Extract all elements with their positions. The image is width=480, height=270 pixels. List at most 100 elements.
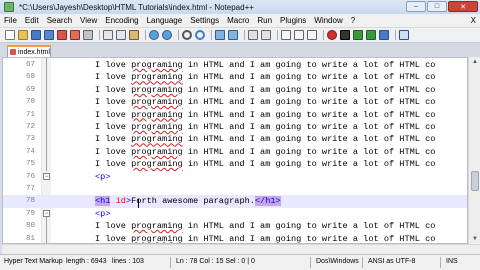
- p-tag: <p>: [95, 171, 111, 182]
- macro-record-icon[interactable]: [327, 30, 337, 40]
- toolbar-separator: [323, 30, 324, 40]
- zoom-out-icon[interactable]: [228, 30, 238, 40]
- redo-icon[interactable]: [162, 30, 172, 40]
- h1-code: <h1 id>Forth awesome paragraph.</h1>: [95, 196, 281, 207]
- menu-plugins[interactable]: Plugins: [276, 14, 310, 28]
- code-text: I love programing in HTML and I am going…: [95, 134, 436, 145]
- menu-help[interactable]: ?: [347, 14, 359, 28]
- zoom-in-icon[interactable]: [215, 30, 225, 40]
- menu-file[interactable]: File: [0, 14, 21, 28]
- line-number: 80: [25, 222, 35, 231]
- tab-label: index.html: [18, 48, 50, 56]
- new-icon[interactable]: [5, 30, 15, 40]
- doc-map-icon[interactable]: [399, 30, 409, 40]
- code-line: 77: [3, 183, 467, 195]
- sync-v-icon[interactable]: [248, 30, 258, 40]
- menu-settings[interactable]: Settings: [186, 14, 223, 28]
- file-type: Hyper Text Markup: [4, 258, 63, 265]
- save-icon[interactable]: [31, 30, 41, 40]
- macro-play-icon[interactable]: [353, 30, 363, 40]
- code-line: 72 I love programing in HTML and I am go…: [3, 121, 467, 133]
- line-number: 78: [25, 197, 35, 206]
- line-number: 72: [25, 123, 35, 131]
- menu-macro[interactable]: Macro: [223, 14, 253, 28]
- toolbar: [0, 28, 480, 43]
- vertical-scrollbar[interactable]: ▲ ▼: [468, 57, 480, 244]
- paste-icon[interactable]: [129, 30, 139, 40]
- code-text: I love programing in HTML and I am going…: [95, 122, 436, 132]
- cut-icon[interactable]: [103, 30, 113, 40]
- status-separator: [440, 257, 441, 268]
- status-separator: [362, 257, 363, 268]
- horizontal-scrollbar[interactable]: [2, 244, 480, 254]
- code-text: I love programing in HTML and I am going…: [95, 109, 436, 120]
- scrollbar-thumb[interactable]: [471, 171, 479, 191]
- menu-edit[interactable]: Edit: [21, 14, 43, 28]
- line-number: 74: [25, 147, 35, 156]
- menu-view[interactable]: View: [76, 14, 101, 28]
- toolbar-separator: [99, 30, 100, 40]
- macro-run-icon[interactable]: [366, 30, 376, 40]
- line-number: 79: [25, 209, 35, 218]
- maximize-button[interactable]: □: [427, 1, 447, 12]
- close-document-x[interactable]: X: [471, 14, 476, 28]
- find-icon[interactable]: [182, 30, 192, 40]
- save-all-icon[interactable]: [44, 30, 54, 40]
- macro-stop-icon[interactable]: [340, 30, 350, 40]
- code-text: I love programing in HTML and I am going…: [95, 60, 436, 70]
- all-chars-icon[interactable]: [294, 30, 304, 40]
- copy-icon[interactable]: [116, 30, 126, 40]
- code-text: I love programing in HTML and I am going…: [95, 72, 436, 83]
- menu-run[interactable]: Run: [253, 14, 276, 28]
- code-line: 75 I love programing in HTML and I am go…: [3, 158, 467, 170]
- h1-open-tag: <h1: [95, 196, 111, 207]
- code-text: I love programing in HTML and I am going…: [95, 97, 436, 108]
- menu-search[interactable]: Search: [43, 14, 76, 28]
- text-cursor: [138, 199, 139, 208]
- id-attribute: id: [110, 196, 126, 207]
- status-separator: [310, 257, 311, 268]
- close-window-button[interactable]: ✕: [448, 1, 478, 12]
- indent-guide-icon[interactable]: [307, 30, 317, 40]
- code-line: 81 I love programing in HTML and I am go…: [3, 233, 467, 244]
- line-number: 69: [25, 85, 35, 94]
- toolbar-separator: [244, 30, 245, 40]
- menu-language[interactable]: Language: [143, 14, 187, 28]
- code-line: 74 I love programing in HTML and I am go…: [3, 146, 467, 158]
- wrap-icon[interactable]: [281, 30, 291, 40]
- line-number: 67: [25, 61, 35, 69]
- menu-window[interactable]: Window: [310, 14, 346, 28]
- modified-file-icon: [10, 49, 16, 55]
- line-number: 73: [25, 135, 35, 144]
- line-number: 68: [25, 73, 35, 82]
- line-number: 81: [25, 234, 35, 243]
- print-icon[interactable]: [83, 30, 93, 40]
- sync-h-icon[interactable]: [261, 30, 271, 40]
- undo-icon[interactable]: [149, 30, 159, 40]
- close-icon[interactable]: [57, 30, 67, 40]
- menu-bar: File Edit Search View Encoding Language …: [0, 14, 480, 28]
- minimize-button[interactable]: –: [406, 1, 426, 12]
- code-text: I love programing in HTML and I am going…: [95, 221, 436, 232]
- replace-icon[interactable]: [195, 30, 205, 40]
- code-line: 79 <p>: [3, 208, 467, 220]
- tab-index-html[interactable]: index.html: [7, 45, 51, 57]
- scroll-up-arrow-icon[interactable]: ▲: [470, 57, 480, 67]
- scroll-down-arrow-icon[interactable]: ▼: [470, 234, 480, 244]
- code-line: 80 I love programing in HTML and I am go…: [3, 220, 467, 232]
- cursor-position: Ln : 78 Col : 15 Sel : 0 | 0: [176, 258, 255, 265]
- open-icon[interactable]: [18, 30, 28, 40]
- macro-save-icon[interactable]: [379, 30, 389, 40]
- code-line: 68 I love programing in HTML and I am go…: [3, 71, 467, 83]
- menu-encoding[interactable]: Encoding: [101, 14, 142, 28]
- toolbar-separator: [178, 30, 179, 40]
- h1-close-tag: </h1>: [254, 196, 281, 207]
- code-text: I love programing in HTML and I am going…: [95, 233, 436, 244]
- editor-area[interactable]: − − 67 I love programing in HTML and I a…: [2, 57, 468, 244]
- close-all-icon[interactable]: [70, 30, 80, 40]
- line-number: 75: [25, 160, 35, 169]
- code-text: I love programing in HTML and I am going…: [95, 146, 436, 157]
- toolbar-separator: [277, 30, 278, 40]
- p-tag: <p>: [95, 208, 111, 219]
- code-text: I love programing in HTML and I am going…: [95, 159, 436, 170]
